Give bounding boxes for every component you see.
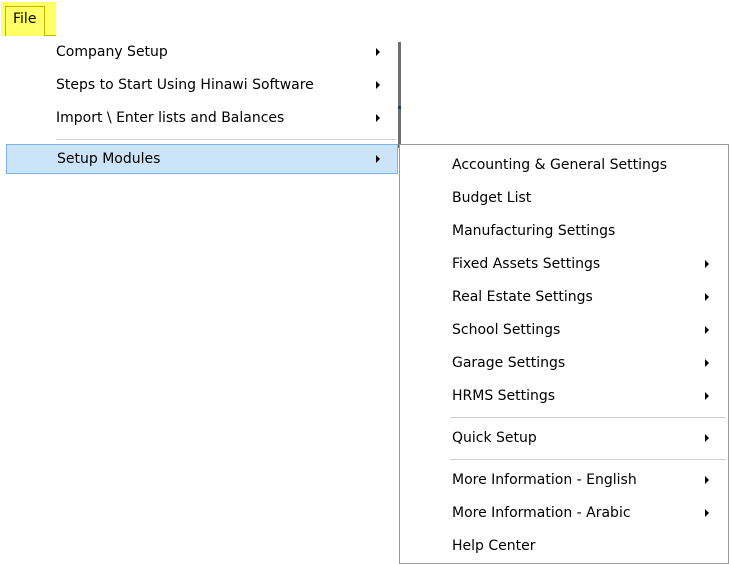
submenu-item-accounting-general-settings[interactable]: Accounting & General Settings: [400, 148, 728, 181]
submenu-arrow-icon: [705, 391, 709, 400]
submenu-item-more-info-english[interactable]: More Information - English: [400, 463, 728, 496]
submenu-item-real-estate-settings[interactable]: Real Estate Settings: [400, 280, 728, 313]
file-menu-label: File: [13, 11, 37, 27]
submenu-arrow-icon: [376, 48, 380, 56]
submenu-item-label: School Settings: [452, 321, 561, 338]
submenu-item-label: More Information - English: [452, 471, 637, 488]
submenu-arrow-icon: [705, 358, 709, 367]
file-dropdown-menu: Company Setup Steps to Start Using Hinaw…: [0, 36, 401, 180]
menu-item-label: Company Setup: [56, 44, 168, 60]
submenu-item-budget-list[interactable]: Budget List: [400, 181, 728, 214]
menu-border-mark: [398, 106, 401, 109]
setup-modules-submenu: Accounting & General Settings Budget Lis…: [399, 144, 729, 564]
submenu-item-label: HRMS Settings: [452, 387, 556, 404]
submenu-item-quick-setup[interactable]: Quick Setup: [400, 421, 728, 454]
submenu-item-hrms-settings[interactable]: HRMS Settings: [400, 379, 728, 412]
submenu-arrow-icon: [705, 433, 709, 442]
menu-item-steps-to-start[interactable]: Steps to Start Using Hinawi Software: [0, 70, 398, 100]
menu-item-label: Steps to Start Using Hinawi Software: [56, 77, 314, 93]
menu-item-label: Setup Modules: [57, 151, 161, 167]
submenu-item-school-settings[interactable]: School Settings: [400, 313, 728, 346]
submenu-arrow-icon: [376, 114, 380, 122]
submenu-separator: [450, 459, 726, 460]
submenu-item-label: Quick Setup: [452, 429, 537, 446]
menu-item-import-lists[interactable]: Import \ Enter lists and Balances: [0, 103, 398, 133]
submenu-arrow-icon: [376, 155, 380, 163]
menu-item-label: Import \ Enter lists and Balances: [56, 110, 285, 126]
submenu-item-fixed-assets-settings[interactable]: Fixed Assets Settings: [400, 247, 728, 280]
submenu-item-manufacturing-settings[interactable]: Manufacturing Settings: [400, 214, 728, 247]
submenu-item-label: Budget List: [452, 189, 532, 206]
menu-right-border: [398, 42, 401, 148]
submenu-item-label: Accounting & General Settings: [452, 156, 668, 173]
menu-separator: [56, 139, 396, 140]
submenu-item-label: Real Estate Settings: [452, 288, 593, 305]
submenu-item-label: Help Center: [452, 537, 536, 554]
submenu-item-more-info-arabic[interactable]: More Information - Arabic: [400, 496, 728, 529]
submenu-item-garage-settings[interactable]: Garage Settings: [400, 346, 728, 379]
submenu-arrow-icon: [705, 325, 709, 334]
submenu-arrow-icon: [705, 259, 709, 268]
submenu-item-label: Fixed Assets Settings: [452, 255, 601, 272]
submenu-separator: [450, 417, 726, 418]
menu-item-company-setup[interactable]: Company Setup: [0, 37, 398, 67]
submenu-arrow-icon: [705, 475, 709, 484]
submenu-item-label: More Information - Arabic: [452, 504, 631, 521]
submenu-arrow-icon: [376, 81, 380, 89]
menu-item-setup-modules[interactable]: Setup Modules: [6, 144, 398, 174]
submenu-item-help-center[interactable]: Help Center: [400, 529, 728, 562]
submenu-arrow-icon: [705, 292, 709, 301]
submenu-item-label: Manufacturing Settings: [452, 222, 616, 239]
file-menu-button[interactable]: File: [1, 2, 56, 36]
submenu-arrow-icon: [705, 508, 709, 517]
submenu-item-label: Garage Settings: [452, 354, 566, 371]
